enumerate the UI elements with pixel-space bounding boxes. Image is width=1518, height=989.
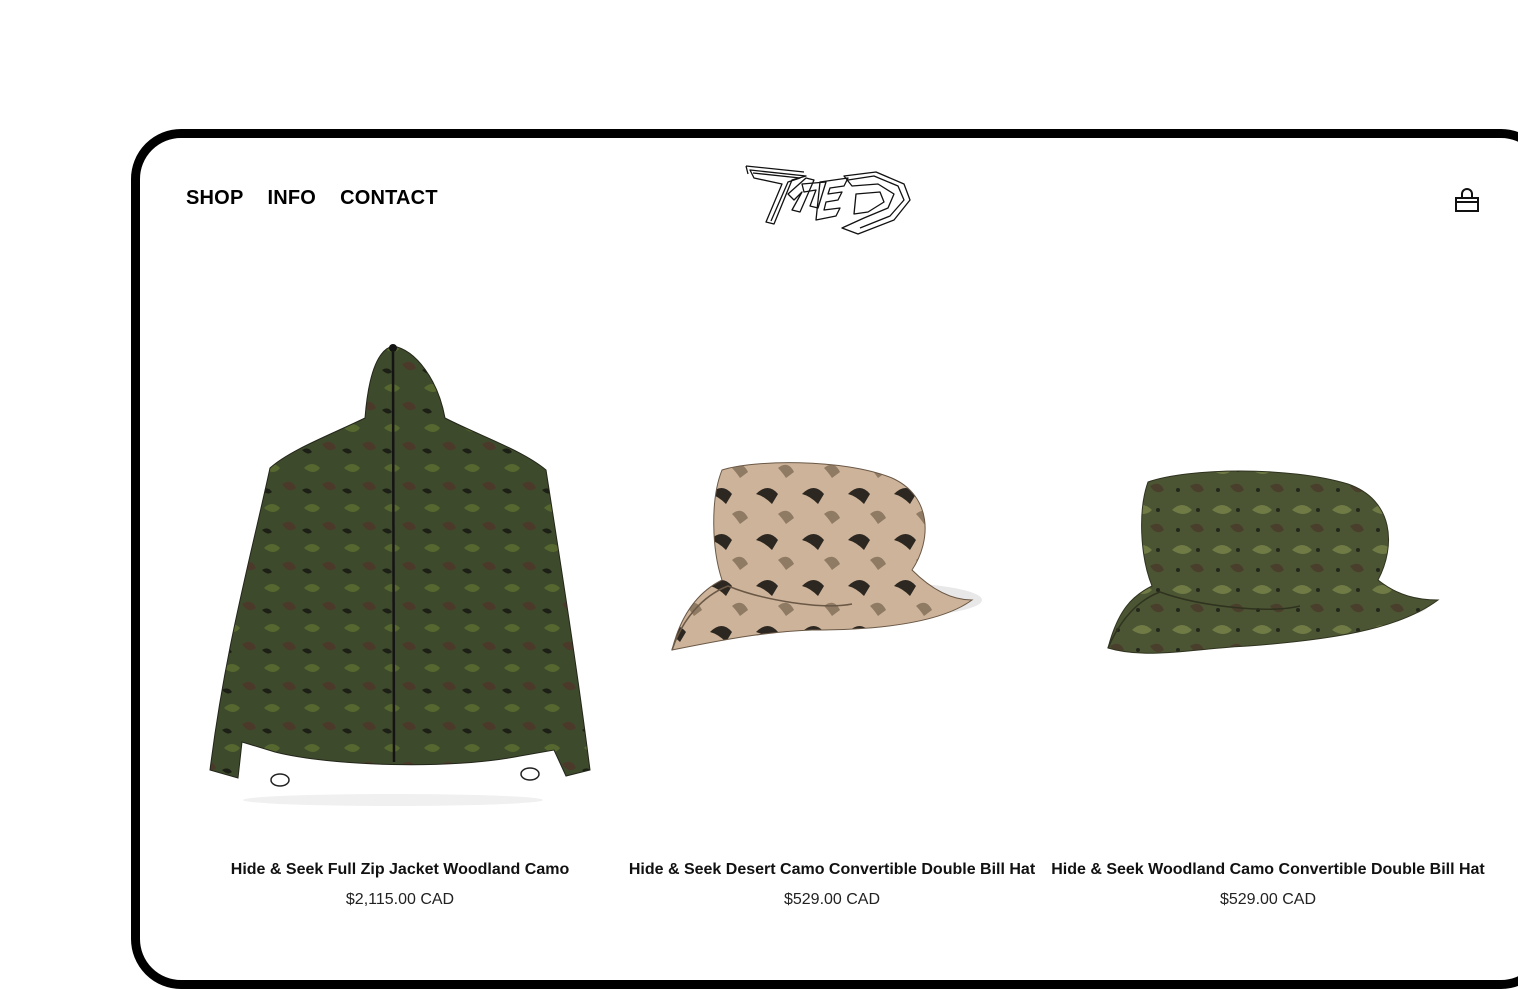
product-image-jacket[interactable] (180, 300, 620, 830)
product-price: $529.00 CAD (1219, 891, 1317, 908)
nav-info-link[interactable]: INFO (267, 187, 316, 210)
nav-shop-link[interactable]: SHOP (186, 187, 243, 210)
graffiti-logo-icon[interactable] (744, 164, 912, 236)
product-price: $2,115.00 CAD (345, 891, 455, 908)
product-card[interactable]: Hide & Seek Full Zip Jacket Woodland Cam… (180, 300, 620, 920)
main-nav: SHOP INFO CONTACT (186, 187, 438, 210)
product-image-desert-hat[interactable] (612, 300, 1052, 830)
product-title[interactable]: Hide & Seek Full Zip Jacket Woodland Cam… (160, 861, 640, 879)
product-price: $529.00 CAD (783, 891, 881, 908)
product-card[interactable]: Hide & Seek Woodland Camo Convertible Do… (1048, 300, 1488, 920)
product-grid: Hide & Seek Full Zip Jacket Woodland Cam… (180, 300, 1490, 920)
product-image-woodland-hat[interactable] (1048, 300, 1488, 830)
shopping-bag-icon[interactable] (1453, 187, 1481, 215)
product-title[interactable]: Hide & Seek Woodland Camo Convertible Do… (1028, 861, 1508, 879)
nav-contact-link[interactable]: CONTACT (340, 187, 438, 210)
product-card[interactable]: Hide & Seek Desert Camo Convertible Doub… (612, 300, 1052, 920)
product-title[interactable]: Hide & Seek Desert Camo Convertible Doub… (592, 861, 1072, 879)
